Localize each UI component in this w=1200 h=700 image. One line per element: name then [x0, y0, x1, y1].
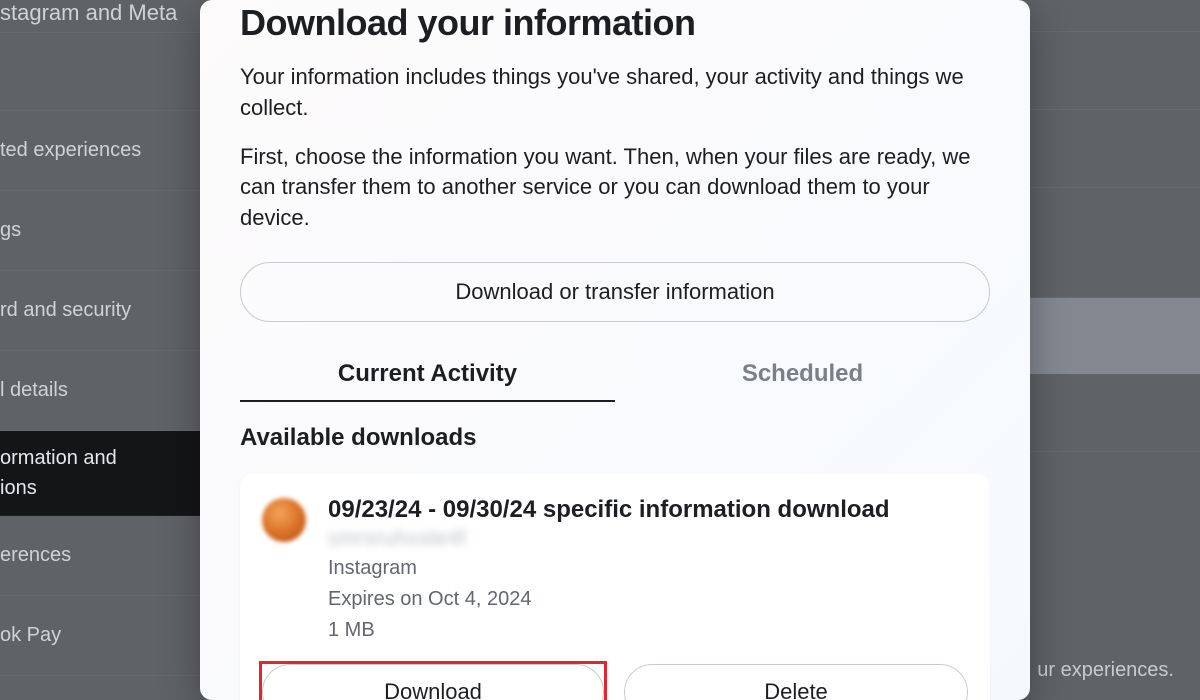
bg-row — [1020, 452, 1200, 572]
delete-button[interactable]: Delete — [624, 664, 968, 700]
download-item-username: smrsruhsste4f — [328, 527, 968, 551]
download-item-expires: Expires on Oct 4, 2024 — [328, 585, 968, 613]
download-button[interactable]: Download — [262, 664, 604, 700]
bg-row — [1020, 32, 1200, 110]
sidebar-item-fragment: stagram and Meta — [0, 0, 220, 33]
download-button-highlight: Download — [262, 664, 604, 700]
download-or-transfer-button[interactable]: Download or transfer information — [240, 262, 990, 322]
download-item-size: 1 MB — [328, 616, 968, 644]
sidebar-item-fragment: gs — [0, 191, 220, 271]
bg-row-highlight — [1020, 298, 1200, 374]
card-header: 09/23/24 - 09/30/24 specific information… — [262, 494, 968, 644]
modal-description-2: First, choose the information you want. … — [240, 142, 990, 234]
bg-row — [1020, 0, 1200, 32]
background-text-fragment: ur experiences. — [1037, 659, 1174, 682]
bg-row — [1020, 374, 1200, 452]
card-actions: Download Delete — [262, 664, 968, 700]
modal-title: Download your information — [240, 2, 990, 44]
bg-row — [1020, 188, 1200, 298]
sidebar-item-selected: ormation and ions — [0, 431, 220, 516]
sidebar-item-fragment: erences — [0, 516, 220, 596]
download-information-modal: Download your information Your informati… — [200, 0, 1030, 700]
tabs-container: Current Activity Scheduled — [240, 350, 990, 402]
profile-avatar — [262, 498, 306, 542]
download-item-title: 09/23/24 - 09/30/24 specific information… — [328, 494, 968, 525]
modal-description-1: Your information includes things you've … — [240, 62, 990, 124]
sidebar-item-fragment: l details — [0, 351, 220, 431]
card-info: 09/23/24 - 09/30/24 specific information… — [328, 494, 968, 644]
background-right-panel: ur experiences. — [1020, 0, 1200, 700]
sidebar-item-fragment: rd and security — [0, 271, 220, 351]
download-item-card: 09/23/24 - 09/30/24 specific information… — [240, 474, 990, 700]
bg-row — [1020, 110, 1200, 188]
tab-current-activity[interactable]: Current Activity — [240, 350, 615, 402]
available-downloads-heading: Available downloads — [240, 424, 990, 452]
sidebar-item-fragment: ted experiences — [0, 111, 220, 191]
sidebar-item-fragment — [0, 33, 220, 111]
background-sidebar: stagram and Meta ted experiences gs rd a… — [0, 0, 220, 700]
tab-scheduled[interactable]: Scheduled — [615, 350, 990, 402]
sidebar-item-fragment: ok Pay — [0, 596, 220, 676]
download-item-platform: Instagram — [328, 554, 968, 582]
